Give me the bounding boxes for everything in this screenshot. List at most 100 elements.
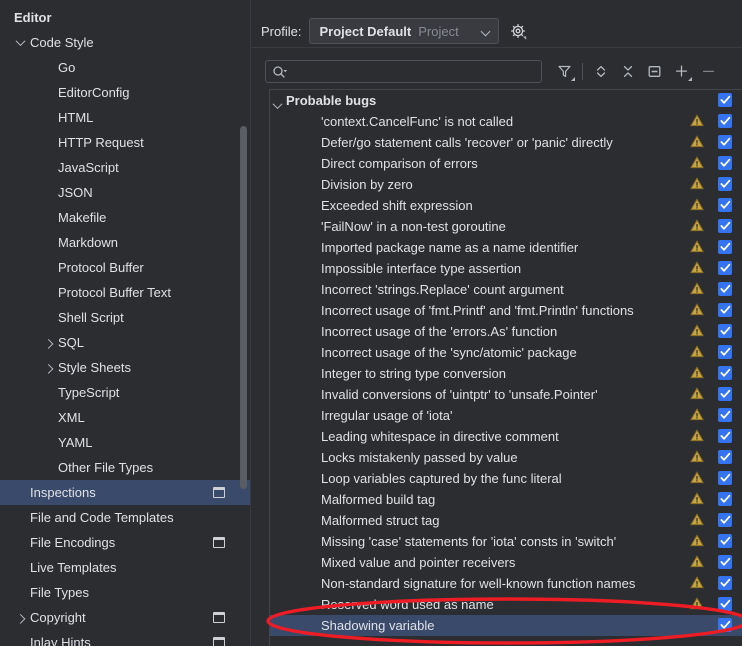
sidebar-item-protocol-buffer[interactable]: Protocol Buffer	[0, 255, 250, 280]
sidebar-item-copyright[interactable]: Copyright	[0, 605, 250, 630]
sidebar-item-shell-script[interactable]: Shell Script	[0, 305, 250, 330]
inspection-row[interactable]: Locks mistakenly passed by value	[270, 447, 742, 468]
inspection-row[interactable]: Mixed value and pointer receivers	[270, 552, 742, 573]
sidebar-item-sql[interactable]: SQL	[0, 330, 250, 355]
inspection-group-checkbox[interactable]	[718, 93, 732, 107]
inspection-checkbox[interactable]	[718, 219, 732, 233]
sidebar-item-live-templates[interactable]: Live Templates	[0, 555, 250, 580]
remove-icon[interactable]	[695, 58, 722, 85]
inspections-list: Probable bugs 'context.CancelFunc' is no…	[269, 89, 742, 646]
inspection-checkbox[interactable]	[718, 198, 732, 212]
inspection-checkbox[interactable]	[718, 156, 732, 170]
expand-all-icon[interactable]	[587, 58, 614, 85]
reset-icon[interactable]	[641, 58, 668, 85]
inspection-row[interactable]: Incorrect usage of the 'errors.As' funct…	[270, 321, 742, 342]
profile-combobox[interactable]: Project Default Project	[309, 18, 499, 44]
inspection-label: Malformed struct tag	[321, 513, 440, 528]
sidebar-item-other-file-types[interactable]: Other File Types	[0, 455, 250, 480]
sidebar-item-http-request[interactable]: HTTP Request	[0, 130, 250, 155]
inspection-checkbox[interactable]	[718, 303, 732, 317]
inspection-checkbox[interactable]	[718, 345, 732, 359]
gear-icon[interactable]	[507, 20, 529, 42]
chevron-right-icon[interactable]	[14, 612, 26, 624]
chevron-down-icon	[688, 77, 692, 81]
inspection-row[interactable]: Non-standard signature for well-known fu…	[270, 573, 742, 594]
inspection-checkbox[interactable]	[718, 387, 732, 401]
inspection-row[interactable]: Malformed build tag	[270, 489, 742, 510]
search-input[interactable]	[265, 60, 542, 83]
inspection-checkbox[interactable]	[718, 408, 732, 422]
inspection-checkbox[interactable]	[718, 597, 732, 611]
inspection-checkbox[interactable]	[718, 618, 732, 632]
inspection-checkbox[interactable]	[718, 282, 732, 296]
add-icon[interactable]	[668, 58, 695, 85]
inspection-checkbox[interactable]	[718, 576, 732, 590]
sidebar-item-protocol-buffer-text[interactable]: Protocol Buffer Text	[0, 280, 250, 305]
inspection-row[interactable]: Defer/go statement calls 'recover' or 'p…	[270, 132, 742, 153]
inspection-checkbox[interactable]	[718, 471, 732, 485]
collapse-all-icon[interactable]	[614, 58, 641, 85]
inspection-checkbox[interactable]	[718, 555, 732, 569]
sidebar-item-editorconfig[interactable]: EditorConfig	[0, 80, 250, 105]
sidebar-item-label: JSON	[58, 185, 93, 200]
inspection-row[interactable]: Shadowing variable	[270, 615, 742, 636]
inspection-checkbox[interactable]	[718, 492, 732, 506]
inspection-row[interactable]: Incorrect usage of 'fmt.Printf' and 'fmt…	[270, 300, 742, 321]
inspection-checkbox[interactable]	[718, 534, 732, 548]
sidebar-item-inlay-hints[interactable]: Inlay Hints	[0, 630, 250, 646]
inspection-row[interactable]: 'context.CancelFunc' is not called	[270, 111, 742, 132]
inspection-row[interactable]: Imported package name as a name identifi…	[270, 237, 742, 258]
chevron-right-icon[interactable]	[42, 337, 54, 349]
inspection-label: Malformed build tag	[321, 492, 435, 507]
inspection-checkbox[interactable]	[718, 240, 732, 254]
sidebar-item-go[interactable]: Go	[0, 55, 250, 80]
sidebar-item-code-style[interactable]: Code Style	[0, 30, 250, 55]
inspection-checkbox[interactable]	[718, 366, 732, 380]
sidebar-item-json[interactable]: JSON	[0, 180, 250, 205]
inspection-checkbox[interactable]	[718, 114, 732, 128]
inspection-checkbox[interactable]	[718, 450, 732, 464]
inspection-row[interactable]: Missing 'case' statements for 'iota' con…	[270, 531, 742, 552]
sidebar-item-style-sheets[interactable]: Style Sheets	[0, 355, 250, 380]
inspection-row[interactable]: Irregular usage of 'iota'	[270, 405, 742, 426]
chevron-down-icon[interactable]	[14, 37, 26, 49]
chevron-right-icon[interactable]	[42, 362, 54, 374]
inspection-checkbox[interactable]	[718, 177, 732, 191]
inspection-row[interactable]: Invalid conversions of 'uintptr' to 'uns…	[270, 384, 742, 405]
inspection-row[interactable]: Incorrect usage of the 'sync/atomic' pac…	[270, 342, 742, 363]
sidebar-item-file-types[interactable]: File Types	[0, 580, 250, 605]
inspection-checkbox[interactable]	[718, 261, 732, 275]
filter-icon[interactable]	[551, 58, 578, 85]
inspection-row[interactable]: Reserved word used as name	[270, 594, 742, 615]
inspection-row[interactable]: Direct comparison of errors	[270, 153, 742, 174]
sidebar-item-file-and-code-templates[interactable]: File and Code Templates	[0, 505, 250, 530]
sidebar-item-typescript[interactable]: TypeScript	[0, 380, 250, 405]
sidebar-item-editor[interactable]: Editor	[0, 5, 250, 30]
toolbar-divider	[582, 63, 583, 80]
sidebar-item-inspections[interactable]: Inspections	[0, 480, 250, 505]
inspection-group-row[interactable]: Probable bugs	[270, 90, 742, 111]
sidebar-item-file-encodings[interactable]: File Encodings	[0, 530, 250, 555]
sidebar-item-label: File Encodings	[30, 535, 115, 550]
sidebar-scrollbar-thumb[interactable]	[240, 126, 247, 489]
inspection-row[interactable]: Leading whitespace in directive comment	[270, 426, 742, 447]
sidebar-item-xml[interactable]: XML	[0, 405, 250, 430]
inspection-row[interactable]: Incorrect 'strings.Replace' count argume…	[270, 279, 742, 300]
inspection-row[interactable]: Impossible interface type assertion	[270, 258, 742, 279]
sidebar-item-javascript[interactable]: JavaScript	[0, 155, 250, 180]
sidebar-item-yaml[interactable]: YAML	[0, 430, 250, 455]
inspection-row[interactable]: Loop variables captured by the func lite…	[270, 468, 742, 489]
inspection-checkbox[interactable]	[718, 135, 732, 149]
inspection-checkbox[interactable]	[718, 324, 732, 338]
inspection-row[interactable]: Exceeded shift expression	[270, 195, 742, 216]
inspection-checkbox[interactable]	[718, 513, 732, 527]
inspection-row[interactable]: 'FailNow' in a non-test goroutine	[270, 216, 742, 237]
sidebar-item-makefile[interactable]: Makefile	[0, 205, 250, 230]
inspection-row[interactable]: Malformed struct tag	[270, 510, 742, 531]
inspection-row[interactable]: Division by zero	[270, 174, 742, 195]
inspection-checkbox[interactable]	[718, 429, 732, 443]
sidebar-item-html[interactable]: HTML	[0, 105, 250, 130]
inspection-row[interactable]: Integer to string type conversion	[270, 363, 742, 384]
chevron-down-icon[interactable]	[274, 97, 281, 112]
sidebar-item-markdown[interactable]: Markdown	[0, 230, 250, 255]
